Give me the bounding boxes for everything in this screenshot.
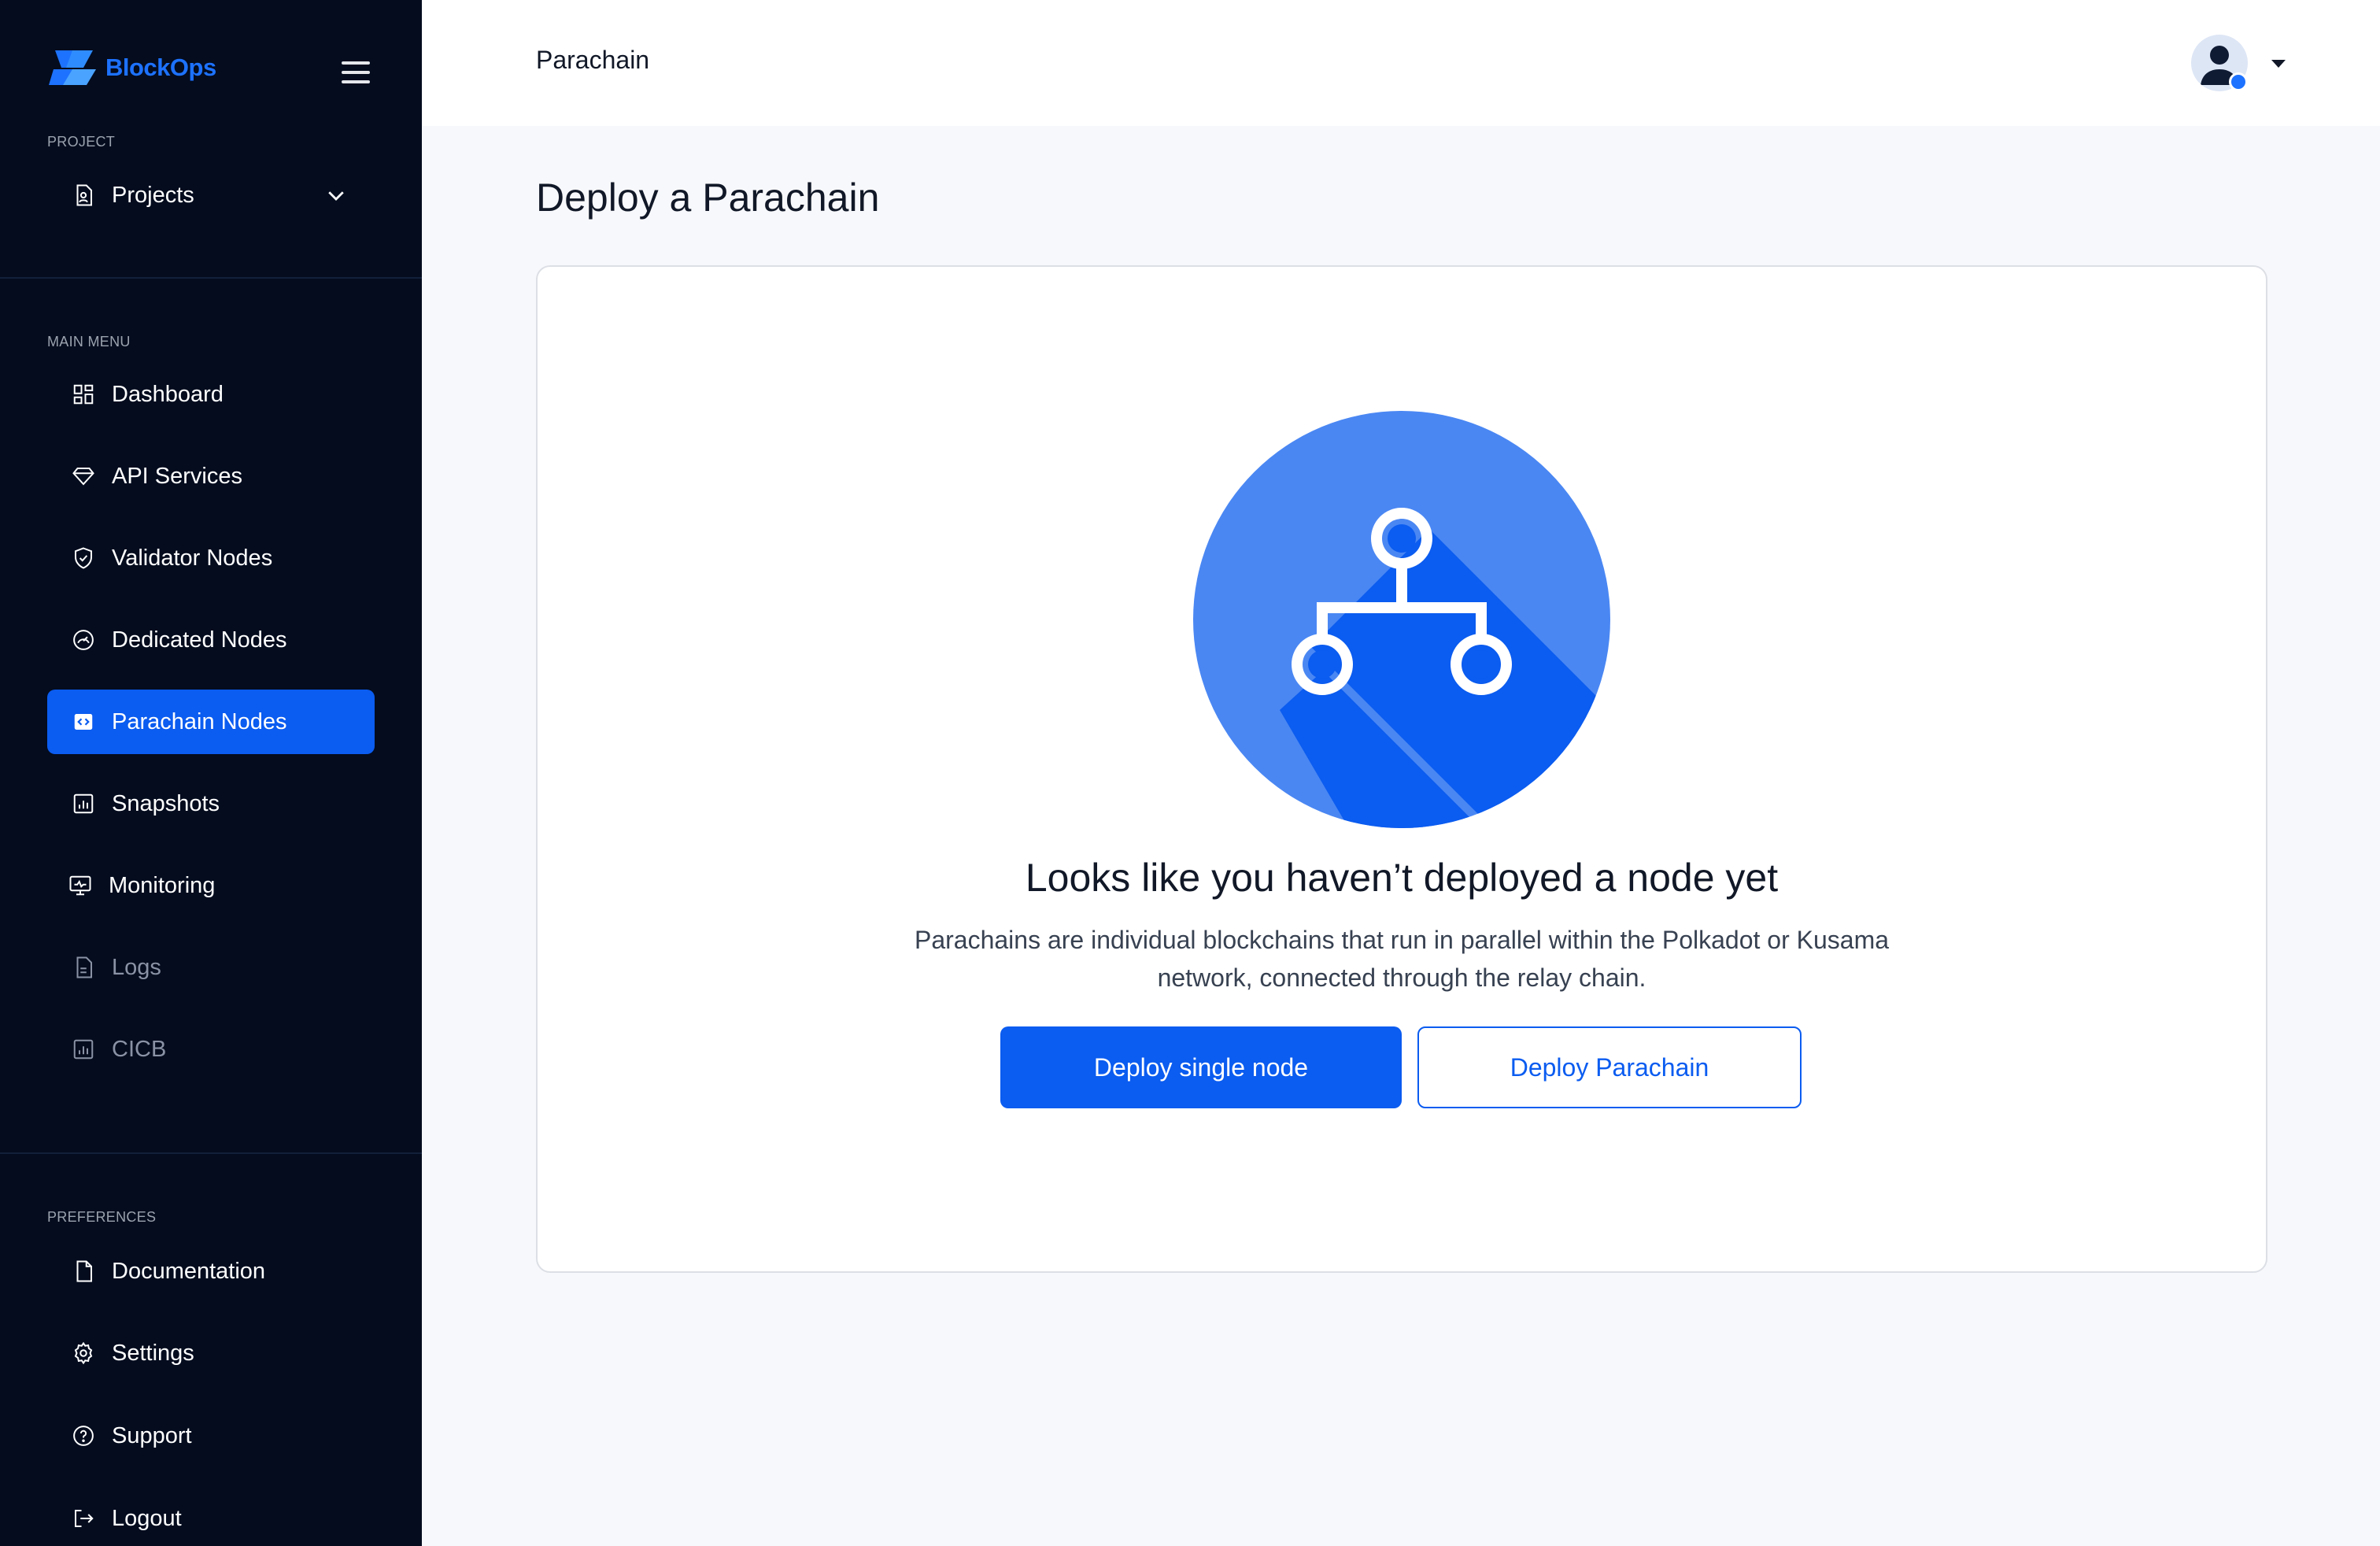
- brand-logo[interactable]: BlockOps: [49, 47, 216, 88]
- sidebar-item-settings[interactable]: Settings: [47, 1321, 375, 1385]
- page-title: Deploy a Parachain: [536, 176, 880, 220]
- monitor-icon: [68, 873, 93, 898]
- divider: [0, 277, 422, 279]
- project-icon: [71, 183, 96, 208]
- sidebar-item-documentation[interactable]: Documentation: [47, 1239, 375, 1304]
- sidebar-item-dashboard[interactable]: Dashboard: [47, 362, 375, 427]
- sidebar-item-label: Documentation: [112, 1258, 266, 1284]
- divider: [0, 1152, 422, 1154]
- sidebar-item-snapshots[interactable]: Snapshots: [47, 771, 375, 836]
- sidebar-item-label: Logs: [112, 954, 161, 980]
- sidebar-item-cicb[interactable]: CICB: [47, 1017, 375, 1082]
- chevron-down-icon: [328, 191, 344, 201]
- top-header: Parachain: [422, 0, 2380, 126]
- chart-icon: [71, 1037, 96, 1062]
- hamburger-line: [342, 61, 370, 65]
- sidebar-item-monitoring[interactable]: Monitoring: [47, 853, 375, 918]
- sidebar-item-label: Dashboard: [112, 381, 224, 407]
- sidebar-item-label: API Services: [112, 463, 242, 489]
- sidebar-item-label: Snapshots: [112, 790, 220, 816]
- sidebar-item-label: Validator Nodes: [112, 545, 273, 571]
- sidebar-item-parachain-nodes[interactable]: Parachain Nodes: [47, 690, 375, 754]
- section-label-project: PROJECT: [47, 134, 116, 150]
- sidebar-item-label: Settings: [112, 1340, 194, 1366]
- sidebar-item-logout[interactable]: Logout: [47, 1486, 375, 1546]
- file-icon: [71, 955, 96, 980]
- caret-down-icon[interactable]: [2271, 60, 2286, 68]
- hamburger-line: [342, 71, 370, 74]
- sidebar-item-logs[interactable]: Logs: [47, 935, 375, 1000]
- code-icon: [71, 709, 96, 734]
- sidebar-item-label: Support: [112, 1422, 192, 1448]
- sidebar-item-label: Logout: [112, 1505, 182, 1531]
- shield-icon: [71, 546, 96, 571]
- menu-toggle-button[interactable]: [338, 60, 373, 85]
- empty-state-title: Looks like you haven’t deployed a node y…: [1025, 856, 1779, 900]
- sidebar-item-label: Monitoring: [109, 872, 216, 898]
- edit-badge-icon: [2229, 72, 2248, 91]
- projects-label: Projects: [112, 182, 194, 208]
- logout-icon: [71, 1506, 96, 1531]
- deploy-single-node-button[interactable]: Deploy single node: [1000, 1026, 1402, 1108]
- sidebar-item-validator-nodes[interactable]: Validator Nodes: [47, 526, 375, 590]
- section-label-preferences: PREFERENCES: [47, 1209, 157, 1225]
- sidebar: BlockOps PROJECT Projects MAIN MENU Dash…: [0, 0, 422, 1546]
- help-icon: [71, 1423, 96, 1448]
- chart-icon: [71, 791, 96, 816]
- gear-icon: [71, 1341, 96, 1366]
- section-label-main-menu: MAIN MENU: [47, 334, 131, 350]
- brand-name: BlockOps: [105, 54, 216, 81]
- sidebar-item-label: Dedicated Nodes: [112, 627, 287, 653]
- network-tree-icon: [1193, 411, 1610, 828]
- header-title: Parachain: [536, 46, 650, 74]
- diamond-icon: [71, 464, 96, 489]
- dashboard-icon: [71, 382, 96, 407]
- sidebar-item-label: CICB: [112, 1036, 167, 1062]
- projects-dropdown[interactable]: Projects: [47, 163, 375, 227]
- sidebar-item-dedicated-nodes[interactable]: Dedicated Nodes: [47, 608, 375, 672]
- blockops-logo-icon: [49, 50, 96, 85]
- gauge-icon: [71, 627, 96, 653]
- document-icon: [71, 1259, 96, 1284]
- sidebar-item-support[interactable]: Support: [47, 1404, 375, 1468]
- sidebar-item-api-services[interactable]: API Services: [47, 444, 375, 509]
- deploy-parachain-button[interactable]: Deploy Parachain: [1417, 1026, 1802, 1108]
- sidebar-item-label: Parachain Nodes: [112, 708, 287, 734]
- hamburger-line: [342, 80, 370, 83]
- empty-state-description: Parachains are individual blockchains th…: [914, 926, 1890, 992]
